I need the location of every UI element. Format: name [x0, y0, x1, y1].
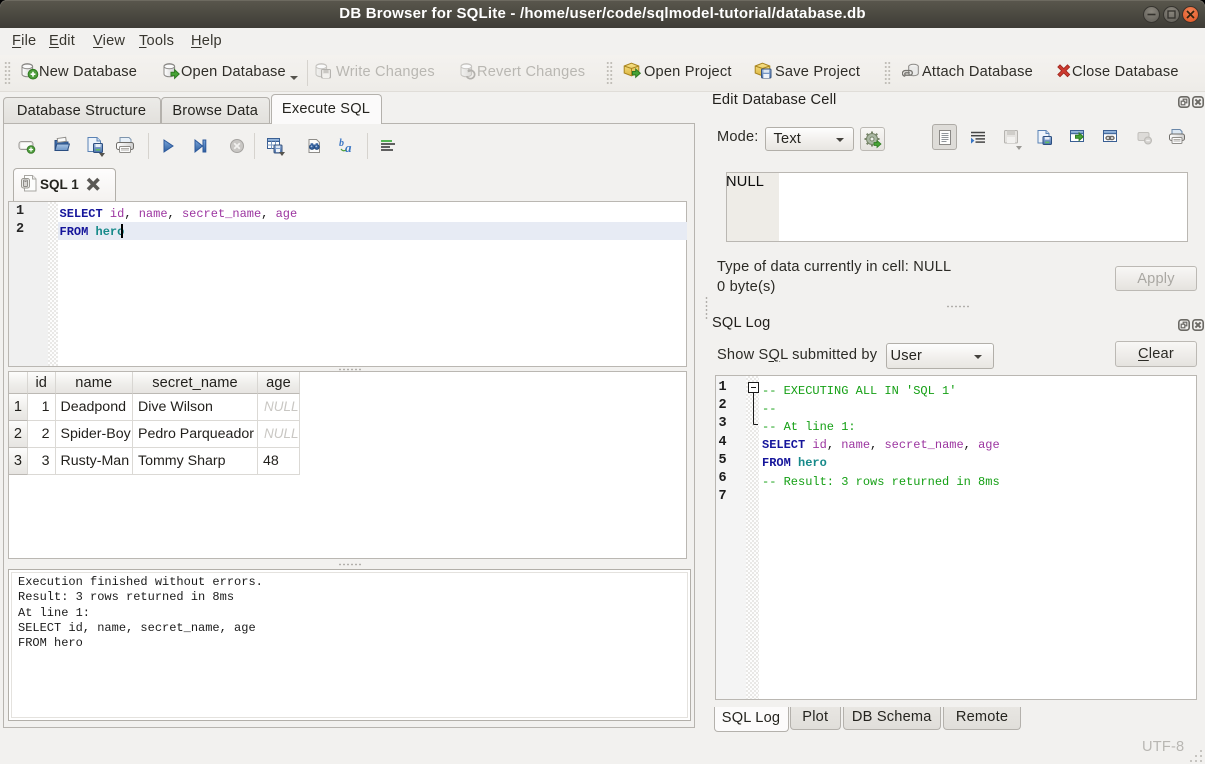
svg-text:b: b [339, 138, 344, 149]
svg-text:a: a [345, 140, 352, 154]
